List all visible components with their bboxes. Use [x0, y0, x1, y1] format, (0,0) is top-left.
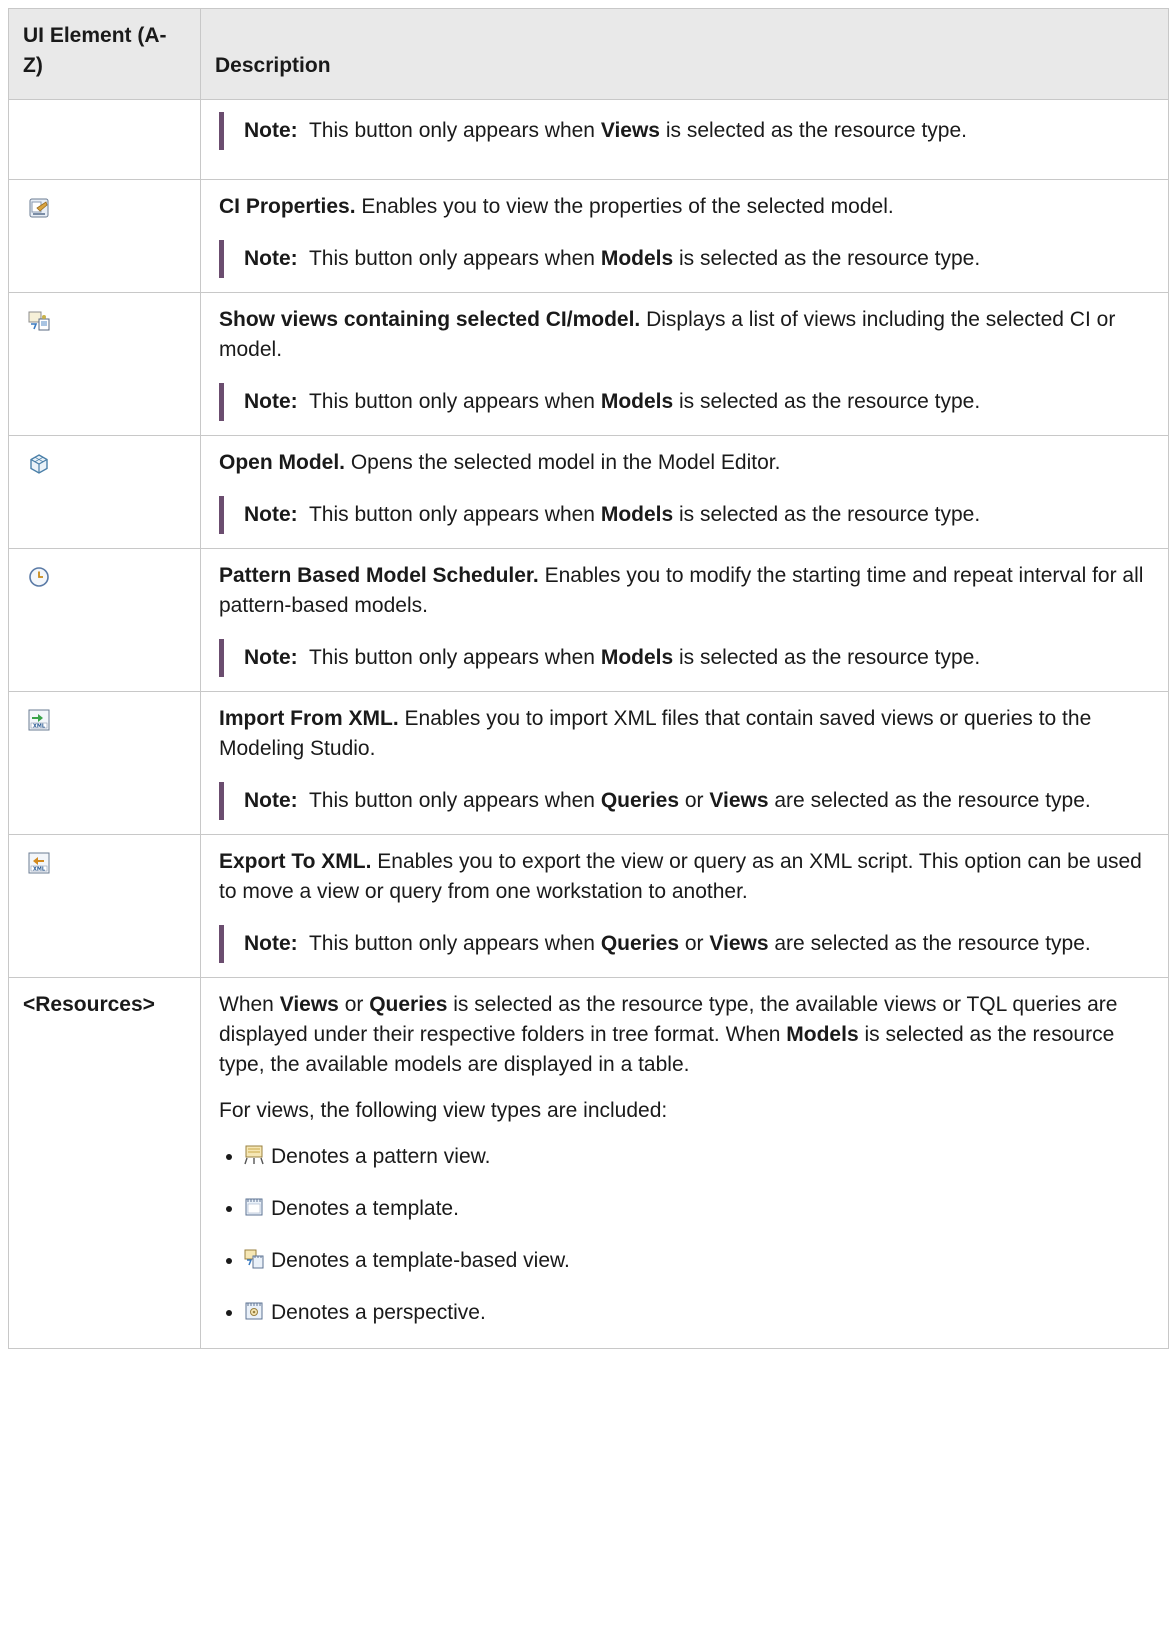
- list-item: Denotes a pattern view.: [243, 1142, 1164, 1172]
- header-description: Description: [200, 8, 1169, 100]
- description-cell: Import From XML. Enables you to import X…: [200, 691, 1169, 835]
- ui-element-cell: [8, 548, 201, 692]
- resources-description: When Views or Queries is selected as the…: [219, 993, 1118, 1076]
- note-callout: Note: This button only appears when View…: [219, 112, 1164, 150]
- table-row: CI Properties. Enables you to view the p…: [8, 179, 1169, 293]
- table-row: Pattern Based Model Scheduler. Enables y…: [8, 548, 1169, 692]
- svg-text:XML: XML: [33, 866, 46, 872]
- ui-element-cell: XML: [8, 691, 201, 835]
- scheduler-clock-icon: [27, 565, 51, 589]
- description-cell: When Views or Queries is selected as the…: [200, 977, 1169, 1349]
- ui-elements-table: UI Element (A-Z) Description Note: This …: [8, 8, 1169, 1349]
- show-views-icon: [27, 309, 51, 333]
- svg-text:XML: XML: [33, 723, 46, 729]
- note-callout: Note: This button only appears when Mode…: [219, 639, 1164, 677]
- template-based-view-icon: [243, 1248, 265, 1270]
- table-row: XML Export To XML. Enables you to export…: [8, 834, 1169, 978]
- description-cell: Open Model. Opens the selected model in …: [200, 435, 1169, 549]
- view-types-intro: For views, the following view types are …: [219, 1099, 668, 1122]
- description-cell: Pattern Based Model Scheduler. Enables y…: [200, 548, 1169, 692]
- view-types-list: Denotes a pattern view. Denotes a templa…: [219, 1142, 1164, 1328]
- description-cell: Note: This button only appears when View…: [200, 99, 1169, 180]
- ui-element-cell: XML: [8, 834, 201, 978]
- table-row: <Resources> When Views or Queries is sel…: [8, 977, 1169, 1349]
- note-callout: Note: This button only appears when Quer…: [219, 782, 1164, 820]
- ui-element-cell: <Resources>: [8, 977, 201, 1349]
- table-row: Note: This button only appears when View…: [8, 99, 1169, 180]
- table-row: Show views containing selected CI/model.…: [8, 292, 1169, 436]
- table-row: Open Model. Opens the selected model in …: [8, 435, 1169, 549]
- list-item: Denotes a template-based view.: [243, 1246, 1164, 1276]
- table-row: XML Import From XML. Enables you to impo…: [8, 691, 1169, 835]
- template-icon: [243, 1196, 265, 1218]
- note-callout: Note: This button only appears when Quer…: [219, 925, 1164, 963]
- import-xml-icon: XML: [27, 708, 51, 732]
- table-header-row: UI Element (A-Z) Description: [8, 8, 1169, 100]
- description-cell: Show views containing selected CI/model.…: [200, 292, 1169, 436]
- resources-label: <Resources>: [23, 993, 155, 1016]
- list-item: Denotes a template.: [245, 1194, 1164, 1224]
- note-callout: Note: This button only appears when Mode…: [219, 496, 1164, 534]
- perspective-icon: [243, 1300, 265, 1322]
- header-ui-element: UI Element (A-Z): [8, 8, 201, 100]
- ci-properties-icon: [27, 196, 51, 220]
- open-model-icon: [27, 452, 51, 476]
- description-cell: Export To XML. Enables you to export the…: [200, 834, 1169, 978]
- ui-element-cell: [8, 99, 201, 180]
- ui-element-cell: [8, 435, 201, 549]
- list-item: Denotes a perspective.: [245, 1298, 1164, 1328]
- ui-element-cell: [8, 292, 201, 436]
- note-callout: Note: This button only appears when Mode…: [219, 383, 1164, 421]
- ui-element-cell: [8, 179, 201, 293]
- note-callout: Note: This button only appears when Mode…: [219, 240, 1164, 278]
- description-cell: CI Properties. Enables you to view the p…: [200, 179, 1169, 293]
- pattern-view-icon: [243, 1144, 265, 1166]
- export-xml-icon: XML: [27, 851, 51, 875]
